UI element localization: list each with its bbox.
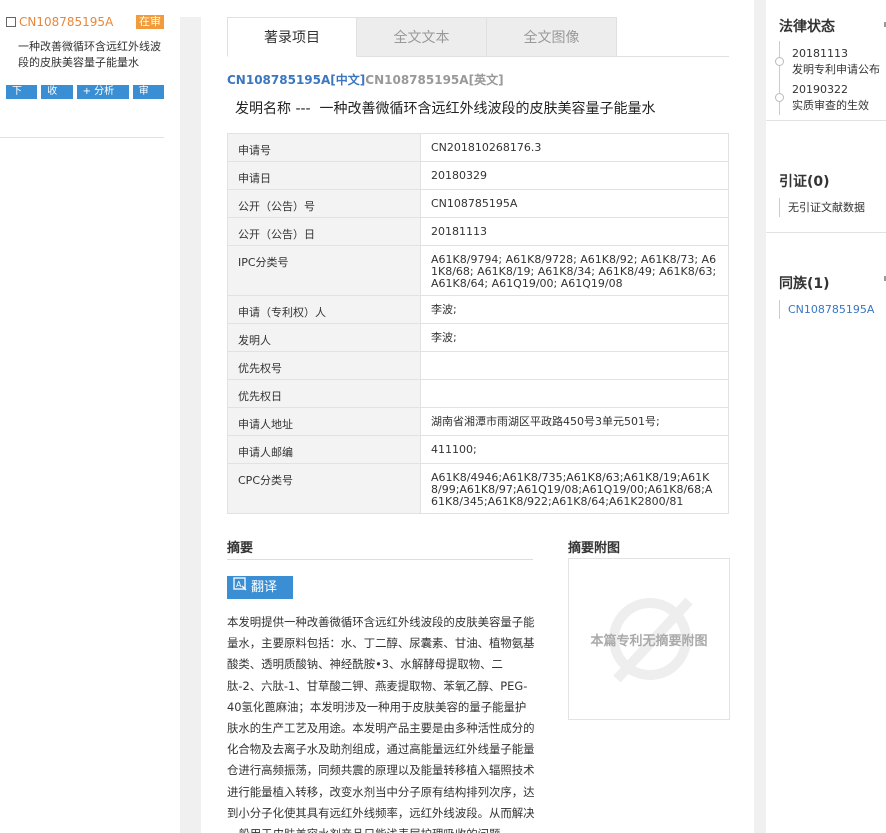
select-checkbox[interactable]: [6, 17, 16, 27]
bibliographic-table: 申请号 CN201810268176.3 申请日 20180329 公开（公告）号 C…: [227, 133, 729, 514]
table-row: 公开（公告）号 CN108785195A: [227, 189, 729, 218]
favorite-button[interactable]: 收藏: [41, 85, 73, 111]
legal-status-heading: 法律状态: [779, 19, 835, 35]
invention-title: 发明名称 --- 一种改善微循环含远红外线波段的皮肤美容量子能量水: [235, 98, 656, 118]
field-value: [420, 351, 729, 380]
table-row: 优先权号: [227, 351, 729, 380]
divider: [766, 120, 886, 121]
field-value: 20181113: [420, 217, 729, 246]
family-heading: 同族(1): [779, 276, 830, 292]
field-value: 李波;: [420, 295, 729, 324]
legal-status-timeline: 20181113 发明专利申请公布 20190322 实质审查的生效: [775, 41, 880, 115]
field-label: 申请（专利权）人: [227, 295, 421, 324]
table-row: IPC分类号 A61K8/9794; A61K8/9728; A61K8/92; …: [227, 245, 729, 296]
tabs-baseline: [617, 56, 729, 57]
publication-links: CN108785195A[中文]CN108785195A[英文]: [227, 71, 504, 88]
field-value: CN108785195A: [420, 189, 729, 218]
table-row: 申请日 20180329: [227, 161, 729, 190]
no-figure-text: 本篇专利无摘要附图: [590, 633, 708, 649]
abstract-heading: 摘要: [227, 541, 254, 556]
status-badge: 在审: [136, 15, 164, 29]
table-row: 申请（专利权）人 李波;: [227, 295, 729, 324]
left-action-buttons: 下载 收藏 + 分析库 审查: [6, 85, 164, 111]
svg-text:A: A: [236, 580, 242, 589]
scroll-gutter[interactable]: [180, 17, 201, 833]
english-version-link[interactable]: CN108785195A[英文]: [365, 73, 503, 87]
field-value: 411100;: [420, 435, 729, 464]
invention-title-value: 一种改善微循环含远红外线波段的皮肤美容量子能量水: [319, 101, 656, 117]
field-label: 优先权号: [227, 351, 421, 380]
table-row: CPC分类号 A61K8/4946;A61K8/735;A61K8/63;A61K…: [227, 463, 729, 514]
patent-number-link[interactable]: CN108785195A: [19, 15, 113, 29]
field-label: CPC分类号: [227, 463, 421, 514]
translate-icon: A: [233, 576, 247, 599]
divider: [766, 232, 886, 233]
field-label: 优先权日: [227, 379, 421, 408]
field-label: 发明人: [227, 323, 421, 352]
table-row: 发明人 李波;: [227, 323, 729, 352]
table-row: 优先权日: [227, 379, 729, 408]
legal-event: 20190322 实质审查的生效: [792, 83, 869, 112]
field-label: 申请人邮编: [227, 435, 421, 464]
divider: [0, 137, 164, 138]
tab-fulltext[interactable]: 全文文本: [357, 17, 487, 57]
review-button[interactable]: 审查: [132, 85, 164, 111]
field-label: IPC分类号: [227, 245, 421, 296]
field-label: 申请号: [227, 133, 421, 162]
field-value: CN201810268176.3: [420, 133, 729, 162]
table-row: 公开（公告）日 20181113: [227, 217, 729, 246]
field-value: 李波;: [420, 323, 729, 352]
abstract-divider: [227, 559, 533, 560]
abstract-text: 本发明提供一种改善微循环含远红外线波段的皮肤美容量子能量水，主要原料包括：水、丁…: [227, 615, 535, 833]
legal-event: 20181113 发明专利申请公布: [792, 47, 880, 76]
field-value: 20180329: [420, 161, 729, 190]
figure-heading: 摘要附图: [568, 541, 621, 556]
field-value: A61K8/9794; A61K8/9728; A61K8/92; A61K8/…: [420, 245, 729, 296]
translate-button[interactable]: A 翻译: [227, 576, 293, 599]
translate-label: 翻译: [251, 580, 278, 595]
abstract-figure-placeholder: 本篇专利无摘要附图: [568, 558, 730, 720]
timeline-dot: [775, 93, 784, 102]
patent-title-summary: 一种改善微循环含远红外线波段的皮肤美容量子能量水: [18, 40, 161, 69]
field-value: 湖南省湘潭市雨湖区平政路450号3单元501号;: [420, 407, 729, 436]
tab-fullimage[interactable]: 全文图像: [487, 17, 617, 57]
field-value: A61K8/4946;A61K8/735;A61K8/63;A61K8/19;A…: [420, 463, 729, 514]
table-row: 申请号 CN201810268176.3: [227, 133, 729, 162]
left-panel: CN108785195A 在审 一种改善微循环含远红外线波段的皮肤美容量子能量水…: [0, 0, 164, 833]
field-label: 申请日: [227, 161, 421, 190]
table-row: 申请人邮编 411100;: [227, 435, 729, 464]
field-label: 申请人地址: [227, 407, 421, 436]
add-analysis-button[interactable]: + 分析库: [76, 85, 129, 111]
table-row: 申请人地址 湖南省湘潭市雨湖区平政路450号3单元501号;: [227, 407, 729, 436]
field-label: 公开（公告）日: [227, 217, 421, 246]
panel-divider: [754, 0, 766, 833]
detail-tabs: 著录项目 全文文本 全文图像: [227, 17, 617, 57]
chinese-version-link[interactable]: CN108785195A[中文]: [227, 73, 365, 87]
timeline-dot: [775, 57, 784, 66]
tab-bibliographic[interactable]: 著录项目: [227, 17, 357, 57]
download-button[interactable]: 下载: [6, 85, 38, 111]
field-value: [420, 379, 729, 408]
invention-title-label: 发明名称 ---: [235, 101, 311, 117]
citation-heading: 引证(0): [779, 174, 830, 190]
field-label: 公开（公告）号: [227, 189, 421, 218]
citation-empty: 无引证文献数据: [779, 198, 865, 217]
family-member-link[interactable]: CN108785195A: [779, 300, 874, 319]
